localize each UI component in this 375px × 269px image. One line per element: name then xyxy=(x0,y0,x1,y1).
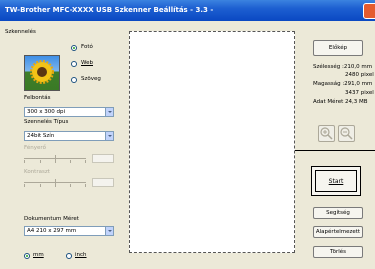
unit-inch-radio[interactable] xyxy=(66,253,72,259)
scan-type-select[interactable]: 24bit Szín xyxy=(24,131,114,141)
default-button[interactable]: Alapértelmezett xyxy=(313,226,363,238)
window-title: TW-Brother MFC-XXXX USB Szkenner Beállít… xyxy=(5,6,214,14)
scan-type-text-label[interactable]: Szöveg xyxy=(81,76,101,82)
help-button[interactable]: Segítség xyxy=(313,207,363,219)
photo-thumbnail-icon xyxy=(24,55,60,91)
contrast-tick xyxy=(85,184,86,187)
height-pixels: 3437 pixel xyxy=(345,90,374,96)
scan-type-web-label[interactable]: Web xyxy=(81,60,93,66)
document-size-select[interactable]: A4 210 x 297 mm xyxy=(24,226,114,236)
brightness-tick xyxy=(24,160,25,163)
chevron-down-icon[interactable] xyxy=(105,227,113,235)
prescan-button[interactable]: Előkép xyxy=(313,40,363,56)
scan-type-web-radio[interactable] xyxy=(71,61,77,67)
brightness-spinbox[interactable] xyxy=(92,154,114,163)
height-label: Magasság :291,0 mm xyxy=(313,81,373,87)
contrast-tick xyxy=(40,184,41,187)
data-size-label: Adat Méret 24,3 MB xyxy=(313,99,368,105)
scan-preview-area[interactable] xyxy=(129,31,295,253)
chevron-down-icon[interactable] xyxy=(105,132,113,140)
contrast-tick xyxy=(24,184,25,187)
brightness-label: Fényerő xyxy=(24,145,46,151)
zoom-in-icon xyxy=(320,127,333,140)
resolution-value: 300 x 300 dpi xyxy=(27,109,66,115)
brightness-tick xyxy=(70,160,71,163)
cancel-button[interactable]: Törlés xyxy=(313,246,363,258)
document-size-value: A4 210 x 297 mm xyxy=(27,228,77,234)
width-label: Szélesség :210,0 mm xyxy=(313,64,373,70)
resolution-label: Felbontás xyxy=(24,95,51,101)
scan-type-photo-radio[interactable] xyxy=(71,45,77,51)
callout-line xyxy=(295,150,375,151)
contrast-label: Kontraszt xyxy=(24,169,50,175)
unit-inch-label[interactable]: inch xyxy=(75,252,87,258)
brightness-tick xyxy=(40,160,41,163)
sunflower-icon xyxy=(30,60,54,84)
scan-type-text-radio[interactable] xyxy=(71,77,77,83)
document-size-label: Dokumentum Méret xyxy=(24,216,79,222)
brightness-tick xyxy=(85,160,86,163)
scan-type-value: 24bit Szín xyxy=(27,133,55,139)
start-button[interactable]: Start xyxy=(311,166,361,196)
resolution-select[interactable]: 300 x 300 dpi xyxy=(24,107,114,117)
scan-type-label: Szennelés Típus xyxy=(24,119,69,125)
zoom-in-button[interactable] xyxy=(318,125,335,142)
unit-mm-radio[interactable] xyxy=(24,253,30,259)
close-button[interactable] xyxy=(363,3,375,19)
zoom-out-icon xyxy=(340,127,353,140)
scanning-label: Szkennelés xyxy=(5,29,36,35)
contrast-tick xyxy=(70,184,71,187)
scan-type-photo-label[interactable]: Fotó xyxy=(81,44,93,50)
contrast-spinbox[interactable] xyxy=(92,178,114,187)
start-button-label: Start xyxy=(328,178,344,185)
zoom-out-button[interactable] xyxy=(338,125,355,142)
brightness-slider-thumb[interactable] xyxy=(55,155,56,163)
chevron-down-icon[interactable] xyxy=(105,108,113,116)
unit-mm-label[interactable]: mm xyxy=(33,252,44,258)
scanner-dialog: Szkennelés Fotó Web Szöveg Felbontás 300… xyxy=(0,21,375,269)
width-pixels: 2480 pixel xyxy=(345,72,374,78)
window-titlebar: TW-Brother MFC-XXXX USB Szkenner Beállít… xyxy=(0,0,375,21)
contrast-slider-thumb[interactable] xyxy=(55,179,56,187)
